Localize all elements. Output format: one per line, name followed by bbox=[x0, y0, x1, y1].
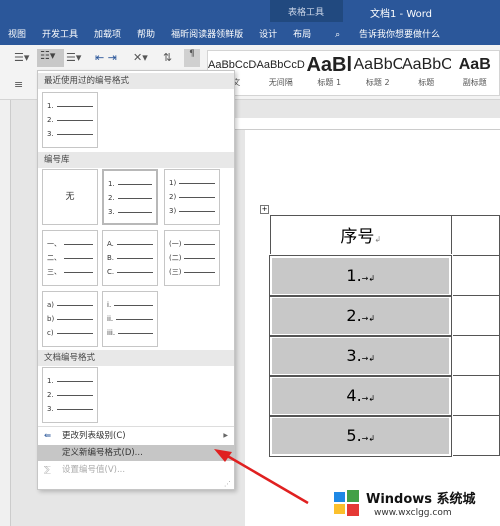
format-recent-arabic[interactable]: 1. 2. 3. bbox=[42, 92, 98, 148]
table-cell[interactable] bbox=[450, 415, 500, 456]
document-table: 序号↲ 1.→↲ 2.→↲ 3.→↲ 4.→↲ 5.→↲ bbox=[267, 215, 500, 458]
submenu-arrow-icon: ▶ bbox=[223, 432, 228, 439]
table-cell[interactable] bbox=[450, 335, 500, 376]
table-row[interactable]: 1.→↲ bbox=[267, 253, 454, 298]
multilevel-list-icon[interactable]: ☰▾ bbox=[66, 51, 81, 64]
bullets-icon[interactable]: ☰▾ bbox=[14, 51, 29, 64]
indent-icon[interactable]: ⇤ ⇥ bbox=[95, 51, 117, 64]
style-name: 标题 1 bbox=[317, 78, 342, 87]
table-row[interactable]: 2.→↲ bbox=[267, 293, 454, 338]
style-preview: AaBbC bbox=[353, 56, 403, 73]
watermark-url: www.wxclgg.com bbox=[374, 508, 452, 518]
style-preview: AaBl bbox=[306, 54, 353, 76]
styles-gallery: AaBbCcDd正文 AaBbCcDd无间隔 AaBl标题 1 AaBbC标题 … bbox=[207, 50, 500, 96]
show-marks-icon[interactable]: ¶ bbox=[184, 49, 200, 67]
style-name: 标题 2 bbox=[365, 78, 390, 87]
chinese-layout-icon[interactable]: ✕▾ bbox=[133, 51, 148, 64]
format-none[interactable]: 无 bbox=[42, 169, 98, 225]
tab-design[interactable]: 设计 bbox=[259, 27, 277, 40]
format-roman[interactable]: i. ii. iii. bbox=[102, 291, 158, 347]
change-list-level-item[interactable]: ⇚ 更改列表级别(C) ▶ bbox=[38, 428, 234, 444]
set-value-icon: ⅀ bbox=[44, 465, 51, 475]
style-heading2[interactable]: AaBbC 标题 2 bbox=[354, 51, 403, 95]
title-bar: 文档1 - Word bbox=[0, 0, 500, 22]
align-left-icon[interactable]: ≡ bbox=[14, 78, 23, 91]
tab-addins[interactable]: 加载项 bbox=[94, 27, 121, 40]
vertical-ruler bbox=[0, 100, 11, 526]
menu-label: 定义新编号格式(D)... bbox=[62, 448, 143, 458]
row-number: 3. bbox=[346, 346, 362, 365]
row-number: 5. bbox=[346, 426, 362, 445]
table-cell[interactable] bbox=[450, 255, 500, 296]
style-preview: AaBbC bbox=[402, 56, 451, 73]
row-number: 4. bbox=[346, 386, 362, 405]
define-new-format-item[interactable]: 定义新编号格式(D)... bbox=[38, 445, 234, 461]
style-no-spacing[interactable]: AaBbCcDd 无间隔 bbox=[257, 51, 306, 95]
none-label: 无 bbox=[65, 192, 75, 202]
style-name: 标题 bbox=[418, 78, 435, 87]
style-preview: AaB bbox=[458, 56, 491, 73]
table-move-handle-icon[interactable]: + bbox=[260, 205, 269, 214]
context-label: 表格工具 bbox=[288, 8, 325, 18]
watermark: Windows 系统城 www.wxclgg.com bbox=[330, 486, 500, 526]
style-title[interactable]: AaBbC 标题 bbox=[402, 51, 451, 95]
format-paren[interactable]: 1) 2) 3) bbox=[164, 169, 220, 225]
style-name: 无间隔 bbox=[268, 78, 293, 87]
format-arabic[interactable]: 1. 2. 3. bbox=[102, 169, 158, 225]
ribbon-tabs: 视图 开发工具 加载项 帮助 福昕阅读器领鲜版 设计 布局 ⌕ 告诉我你想要做什… bbox=[0, 22, 500, 45]
format-lower[interactable]: a) b) c) bbox=[42, 291, 98, 347]
numbering-button[interactable]: ☷▾ bbox=[37, 49, 64, 67]
tell-me-text: 告诉我你想要做什么 bbox=[359, 30, 441, 40]
style-heading1[interactable]: AaBl 标题 1 bbox=[305, 51, 354, 95]
style-preview: AaBbCcDd bbox=[256, 59, 306, 71]
format-chinese[interactable]: 一、 二、 三、 bbox=[42, 230, 98, 286]
window-title: 文档1 - Word bbox=[370, 9, 433, 20]
row-number: 1. bbox=[346, 266, 362, 285]
tab-help[interactable]: 帮助 bbox=[137, 27, 155, 40]
table-header-cell[interactable]: 序号↲ bbox=[269, 215, 452, 256]
tab-developer[interactable]: 开发工具 bbox=[42, 27, 78, 40]
table-cell[interactable] bbox=[450, 295, 500, 336]
table-cell[interactable] bbox=[450, 215, 500, 256]
tell-me-search[interactable]: ⌕ 告诉我你想要做什么 bbox=[327, 27, 448, 40]
watermark-brand: Windows 系统城 bbox=[366, 492, 476, 507]
table-row[interactable]: 3.→↲ bbox=[267, 333, 454, 378]
horizontal-ruler bbox=[235, 118, 500, 130]
document-formats-header: 文档编号格式 bbox=[38, 350, 234, 366]
tab-view[interactable]: 视图 bbox=[8, 27, 26, 40]
format-document-arabic[interactable]: 1. 2. 3. bbox=[42, 367, 98, 423]
tab-foxit[interactable]: 福昕阅读器领鲜版 bbox=[171, 27, 243, 40]
windows-logo-icon bbox=[334, 490, 359, 516]
recent-header: 最近使用过的编号格式 bbox=[38, 73, 234, 89]
table-cell[interactable] bbox=[450, 375, 500, 416]
library-header: 编号库 bbox=[38, 152, 234, 168]
set-numbering-value-item: ⅀ 设置编号值(V)... bbox=[38, 462, 234, 478]
red-arrow-annotation bbox=[214, 449, 309, 505]
change-level-icon: ⇚ bbox=[44, 431, 52, 441]
tab-layout[interactable]: 布局 bbox=[293, 27, 311, 40]
style-name: 副标题 bbox=[462, 78, 487, 87]
header-text: 序号 bbox=[340, 227, 375, 248]
numbering-dropdown: 最近使用过的编号格式 1. 2. 3. 编号库 无 1. 2. 3. 1) 2) 3) 一、… bbox=[37, 70, 235, 490]
sort-icon[interactable]: ⇅ bbox=[163, 51, 172, 64]
search-icon: ⌕ bbox=[335, 30, 344, 40]
format-chinese-paren[interactable]: (一) (二) (三) bbox=[164, 230, 220, 286]
menu-label: 设置编号值(V)... bbox=[62, 465, 126, 475]
style-subtitle[interactable]: AaB 副标题 bbox=[451, 51, 500, 95]
row-number: 2. bbox=[346, 306, 362, 325]
table-row[interactable]: 4.→↲ bbox=[267, 373, 454, 418]
menu-label: 更改列表级别(C) bbox=[62, 431, 126, 441]
format-upper[interactable]: A. B. C. bbox=[102, 230, 158, 286]
